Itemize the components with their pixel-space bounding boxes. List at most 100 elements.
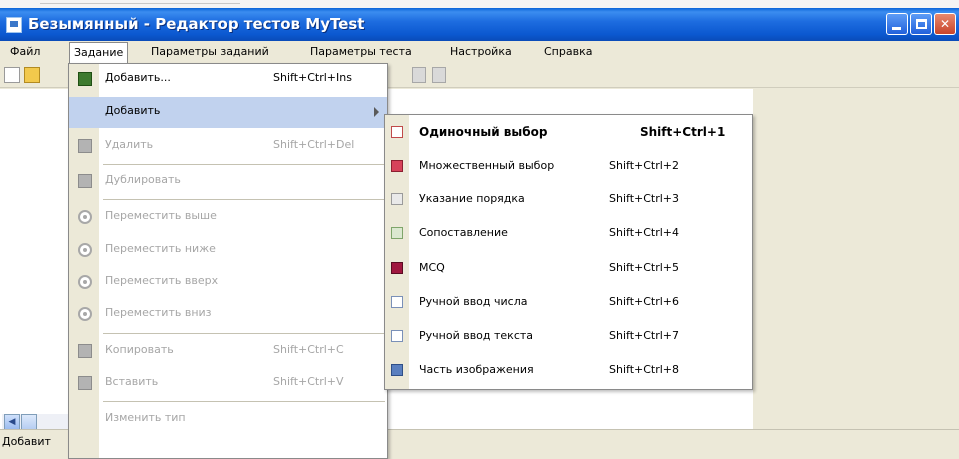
menu-item-label: Добавить... [105,71,171,84]
image-part-icon [391,364,403,376]
delete-task-icon [78,139,92,153]
menu-item-shortcut: Shift+Ctrl+V [273,375,344,388]
task-list-panel[interactable]: ◀ [0,89,70,430]
minimize-icon [892,27,901,30]
menu-item-label: Вставить [105,375,159,388]
submenu-item-image-part[interactable]: Часть изображения Shift+Ctrl+8 [385,355,752,386]
submenu-item-shortcut: Shift+Ctrl+7 [609,329,680,342]
menu-item-move-up[interactable]: Переместить выше [69,202,387,233]
add-task-submenu: Одиночный выбор Shift+Ctrl+1 Множественн… [384,114,753,390]
matching-icon [391,227,403,239]
menu-settings[interactable]: Настройка [446,43,516,61]
menu-separator [103,333,385,334]
text-input-icon [391,330,403,342]
submenu-item-mcq[interactable]: MCQ Shift+Ctrl+5 [385,253,752,284]
menu-item-label: Переместить выше [105,209,217,222]
status-text: Добавит [2,435,51,448]
submenu-item-single-choice[interactable]: Одиночный выбор Shift+Ctrl+1 [385,117,752,148]
submenu-item-shortcut: Shift+Ctrl+4 [609,226,680,239]
menu-item-copy[interactable]: Копировать Shift+Ctrl+C [69,336,387,367]
menu-item-delete[interactable]: Удалить Shift+Ctrl+Del [69,131,387,162]
menu-item-label: Добавить [105,104,161,117]
previous-window-edge [0,0,959,8]
scroll-thumb[interactable] [21,414,37,430]
close-button[interactable]: ✕ [934,13,956,35]
menu-file[interactable]: Файл [6,43,44,61]
menu-task-params[interactable]: Параметры заданий [147,43,273,61]
move-down-icon [78,243,92,257]
menu-help[interactable]: Справка [540,43,596,61]
minimize-button[interactable] [886,13,908,35]
submenu-arrow-icon [374,107,379,117]
submenu-item-label: Ручной ввод числа [419,295,528,308]
maximize-icon [916,19,927,29]
menu-separator [103,401,385,402]
submenu-item-shortcut: Shift+Ctrl+6 [609,295,680,308]
submenu-item-number-input[interactable]: Ручной ввод числа Shift+Ctrl+6 [385,287,752,318]
submenu-item-label: Ручной ввод текста [419,329,534,342]
menu-item-label: Переместить вверх [105,274,219,287]
add-task-icon [78,72,92,86]
submenu-item-shortcut: Shift+Ctrl+2 [609,159,680,172]
menu-separator [103,199,385,200]
ordering-icon [391,193,403,205]
paste-toolbar-icon[interactable] [432,67,446,83]
menu-item-label: Изменить тип [105,411,186,424]
number-input-icon [391,296,403,308]
submenu-item-matching[interactable]: Сопоставление Shift+Ctrl+4 [385,218,752,249]
menu-item-label: Копировать [105,343,174,356]
submenu-item-label: Указание порядка [419,192,525,205]
horizontal-scrollbar[interactable]: ◀ [2,414,68,430]
submenu-item-shortcut: Shift+Ctrl+8 [609,363,680,376]
submenu-item-ordering[interactable]: Указание порядка Shift+Ctrl+3 [385,184,752,215]
move-up-icon [78,210,92,224]
move-top-icon [78,275,92,289]
submenu-item-label: MCQ [419,261,445,274]
menu-item-label: Переместить вниз [105,306,212,319]
copy-icon [78,344,92,358]
new-document-icon[interactable] [4,67,20,83]
multiple-choice-icon [391,160,403,172]
menu-item-move-down[interactable]: Переместить ниже [69,235,387,266]
single-choice-icon [391,126,403,138]
menu-item-label: Удалить [105,138,154,151]
editor-background [753,89,959,429]
menu-bar: Файл Задание Параметры заданий Параметры… [0,41,959,63]
move-bottom-icon [78,307,92,321]
menu-test-params[interactable]: Параметры теста [306,43,416,61]
submenu-item-multiple-choice[interactable]: Множественный выбор Shift+Ctrl+2 [385,151,752,182]
submenu-item-label: Одиночный выбор [419,125,548,139]
title-bar[interactable]: Безымянный - Редактор тестов MyTest ✕ [0,8,959,41]
duplicate-task-icon [78,174,92,188]
paste-icon [78,376,92,390]
scroll-left-button[interactable]: ◀ [4,414,20,430]
submenu-item-shortcut: Shift+Ctrl+1 [640,125,726,139]
submenu-item-shortcut: Shift+Ctrl+5 [609,261,680,274]
copy-toolbar-icon[interactable] [412,67,426,83]
maximize-button[interactable] [910,13,932,35]
menu-item-move-top[interactable]: Переместить вверх [69,267,387,298]
menu-item-add-dialog[interactable]: Добавить... Shift+Ctrl+Ins [69,64,387,95]
mcq-icon [391,262,403,274]
menu-item-change-type[interactable]: Изменить тип [69,404,387,435]
submenu-item-label: Сопоставление [419,226,508,239]
submenu-item-label: Множественный выбор [419,159,555,172]
menu-separator [103,164,385,165]
menu-task[interactable]: Задание [69,42,129,63]
menu-item-shortcut: Shift+Ctrl+Ins [273,71,352,84]
task-menu-dropdown: Добавить... Shift+Ctrl+Ins Добавить Удал… [68,63,388,459]
menu-item-label: Дублировать [105,173,181,186]
app-icon [6,17,22,33]
menu-item-move-bottom[interactable]: Переместить вниз [69,299,387,330]
menu-item-add-submenu[interactable]: Добавить [69,97,387,128]
open-folder-icon[interactable] [24,67,40,83]
submenu-item-text-input[interactable]: Ручной ввод текста Shift+Ctrl+7 [385,321,752,352]
menu-item-duplicate[interactable]: Дублировать [69,166,387,197]
menu-item-paste[interactable]: Вставить Shift+Ctrl+V [69,368,387,399]
menu-item-shortcut: Shift+Ctrl+C [273,343,344,356]
close-icon: ✕ [939,17,951,31]
menu-item-shortcut: Shift+Ctrl+Del [273,138,355,151]
previous-window-remnant [40,0,240,4]
submenu-item-label: Часть изображения [419,363,534,376]
submenu-item-shortcut: Shift+Ctrl+3 [609,192,680,205]
